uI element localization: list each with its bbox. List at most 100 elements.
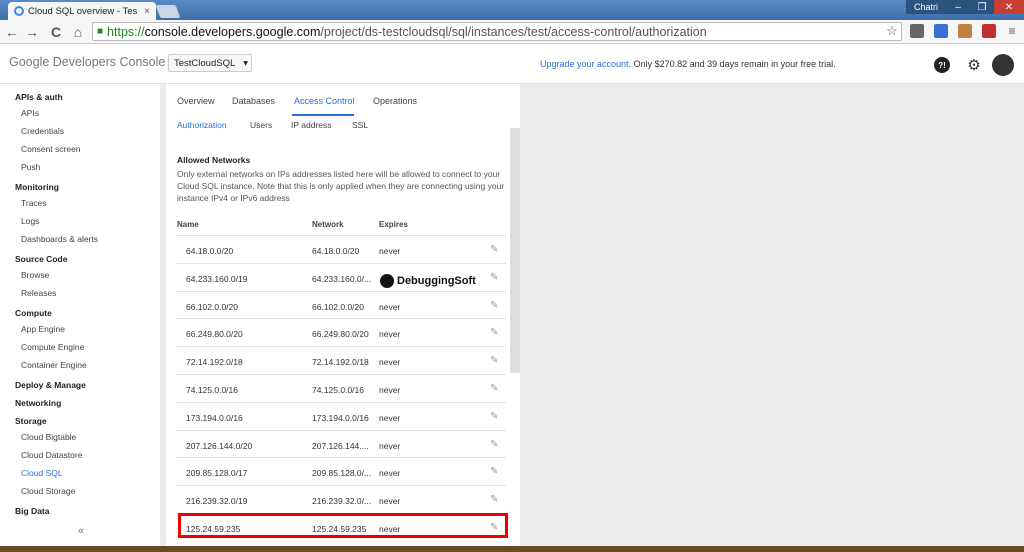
edit-pencil-icon[interactable]: ✎ (490, 466, 498, 477)
table-row[interactable]: 216.239.32.0/19 216.239.32.0/... never ✎ (176, 485, 506, 513)
sidebar-item[interactable]: Traces (21, 198, 47, 208)
collapse-sidebar-button[interactable]: « (78, 525, 84, 537)
chrome-menu-icon[interactable]: ≡ (1004, 24, 1020, 38)
expires-cell: never (379, 412, 401, 423)
sidebar-item[interactable]: Consent screen (21, 144, 81, 154)
table-row[interactable]: 72.14.192.0/18 72.14.192.0/18 never ✎ (176, 346, 506, 374)
tab-close-icon[interactable]: × (144, 6, 150, 17)
sidebar-item[interactable]: Cloud SQL (21, 468, 63, 478)
reload-icon[interactable]: C (48, 24, 64, 40)
avatar[interactable] (992, 54, 1014, 76)
sidebar-item[interactable]: Container Engine (21, 360, 87, 370)
trial-notice: Upgrade your account. Only $270.82 and 3… (540, 59, 836, 69)
network-name-cell: 74.125.0.0/16 (186, 385, 238, 395)
network-name-cell: 72.14.192.0/18 (186, 357, 243, 368)
extension-spider-icon[interactable] (910, 24, 924, 38)
sidebar-item[interactable]: Browse (21, 270, 49, 280)
table-row[interactable]: 209.85.128.0/17 209.85.128.0/... never ✎ (176, 457, 506, 485)
edit-pencil-icon[interactable]: ✎ (490, 411, 498, 422)
subtab-users[interactable]: Users (250, 120, 272, 130)
new-tab-button[interactable] (155, 5, 181, 18)
os-taskbar (0, 546, 1024, 552)
edit-pencil-icon[interactable]: ✎ (490, 244, 498, 255)
column-header-network: Network (312, 220, 344, 229)
browser-tab[interactable]: Cloud SQL overview - Tes × (8, 2, 156, 20)
sidebar-section-heading[interactable]: Storage (15, 416, 47, 426)
table-row[interactable]: 66.102.0.0/20 66.102.0.0/20 never ✎ (176, 290, 506, 319)
upgrade-account-link[interactable]: Upgrade your account. (540, 59, 631, 69)
network-name-cell: 66.249.80.0/20 (186, 329, 243, 340)
edit-pencil-icon[interactable]: ✎ (490, 327, 498, 338)
allowed-networks-description: Only external networks on IPs addresses … (177, 169, 505, 203)
subtab-ssl[interactable]: SSL (352, 120, 368, 130)
sidebar-item[interactable]: Credentials (21, 126, 64, 136)
sidebar-item[interactable]: Compute Engine (21, 342, 84, 352)
home-icon[interactable]: ⌂ (70, 24, 86, 40)
sidebar-section-heading[interactable]: APIs & auth (15, 92, 63, 102)
forward-icon[interactable]: → (24, 24, 40, 40)
close-window-button[interactable]: ✕ (994, 0, 1024, 14)
edit-pencil-icon[interactable]: ✎ (490, 300, 498, 311)
subtab-authorization[interactable]: Authorization (177, 120, 227, 130)
sidebar-section-heading[interactable]: Compute (15, 308, 52, 318)
sidebar-section-heading[interactable]: Source Code (15, 254, 67, 264)
bookmark-star-icon[interactable]: ☆ (884, 23, 900, 39)
table-row[interactable]: 74.125.0.0/16 74.125.0.0/16 never ✎ (176, 374, 506, 402)
table-row[interactable]: 66.249.80.0/20 66.249.80.0/20 never ✎ (176, 318, 506, 346)
sidebar-item[interactable]: Logs (21, 216, 39, 226)
sidebar-section-heading[interactable]: Deploy & Manage (15, 380, 86, 390)
sidebar-item[interactable]: Releases (21, 288, 56, 298)
network-address-cell: 72.14.192.0/18 (312, 357, 369, 368)
tab-access-control[interactable]: Access Control (294, 96, 355, 106)
edit-pencil-icon[interactable]: ✎ (490, 494, 498, 505)
edit-pencil-icon[interactable]: ✎ (490, 383, 498, 394)
expires-cell: never (379, 468, 401, 479)
sidebar-section-heading[interactable]: Monitoring (15, 182, 59, 192)
maximize-button[interactable]: ❐ (970, 0, 994, 14)
lock-icon: ■ (97, 26, 104, 37)
network-name-cell: 207.126.144.0/20 (186, 440, 253, 451)
sidebar-item[interactable]: App Engine (21, 324, 65, 334)
watermark-text: DebuggingSoft (397, 275, 476, 287)
back-icon[interactable]: ← (4, 24, 20, 40)
table-row[interactable]: 207.126.144.0/20 207.126.144.... never ✎ (176, 429, 506, 458)
tab-databases[interactable]: Databases (232, 96, 275, 106)
minimize-button[interactable]: – (946, 0, 970, 14)
sidebar-item[interactable]: Cloud Bigtable (21, 432, 76, 442)
network-address-cell: 64.18.0.0/20 (312, 246, 360, 256)
help-bubble-icon[interactable]: ?! (934, 57, 950, 73)
extension-face-icon[interactable] (958, 24, 972, 38)
extension-book-icon[interactable] (982, 24, 996, 38)
table-row[interactable]: 64.18.0.0/20 64.18.0.0/20 never ✎ (176, 235, 506, 263)
url-scheme: https:// (107, 24, 145, 39)
network-name-cell: 209.85.128.0/17 (186, 468, 248, 479)
table-row[interactable]: 173.194.0.0/16 173.194.0.0/16 never ✎ (176, 401, 506, 430)
edit-pencil-icon[interactable]: ✎ (490, 439, 498, 450)
url-host: console.developers.google.com (144, 24, 321, 39)
address-bar[interactable]: ■ https://console.developers.google.com/… (92, 22, 902, 41)
sidebar-section-heading[interactable]: Big Data (15, 506, 49, 516)
tab-overview[interactable]: Overview (177, 96, 215, 106)
highlighted-row-outline (178, 513, 508, 538)
network-name-cell: 216.239.32.0/19 (186, 496, 248, 507)
settings-gear-icon[interactable]: ⚙ (966, 57, 982, 74)
sidebar-section-heading[interactable]: Networking (15, 398, 61, 408)
edit-pencil-icon[interactable]: ✎ (490, 272, 498, 283)
google-developers-console-logo[interactable]: Google Developers Console (9, 55, 165, 69)
subtab-ip-address[interactable]: IP address (291, 120, 331, 130)
expires-cell: never (379, 329, 401, 340)
sidebar-item[interactable]: APIs (21, 108, 39, 118)
sidebar-item[interactable]: Cloud Datastore (21, 450, 82, 460)
network-name-cell: 64.18.0.0/20 (186, 246, 234, 256)
scrollbar[interactable] (510, 128, 520, 373)
sidebar-item[interactable]: Cloud Storage (21, 486, 75, 496)
tab-operations[interactable]: Operations (373, 96, 417, 106)
sidebar-item[interactable]: Push (21, 162, 40, 172)
sidebar-item[interactable]: Dashboards & alerts (21, 234, 98, 244)
edit-pencil-icon[interactable]: ✎ (490, 355, 498, 366)
network-address-cell: 64.233.160.0/... (312, 273, 372, 284)
expires-cell: never (379, 440, 401, 451)
profile-name[interactable]: Chatri (906, 0, 946, 14)
extension-v-icon[interactable] (934, 24, 948, 38)
project-selector[interactable]: TestCloudSQL ▾ (168, 54, 252, 72)
